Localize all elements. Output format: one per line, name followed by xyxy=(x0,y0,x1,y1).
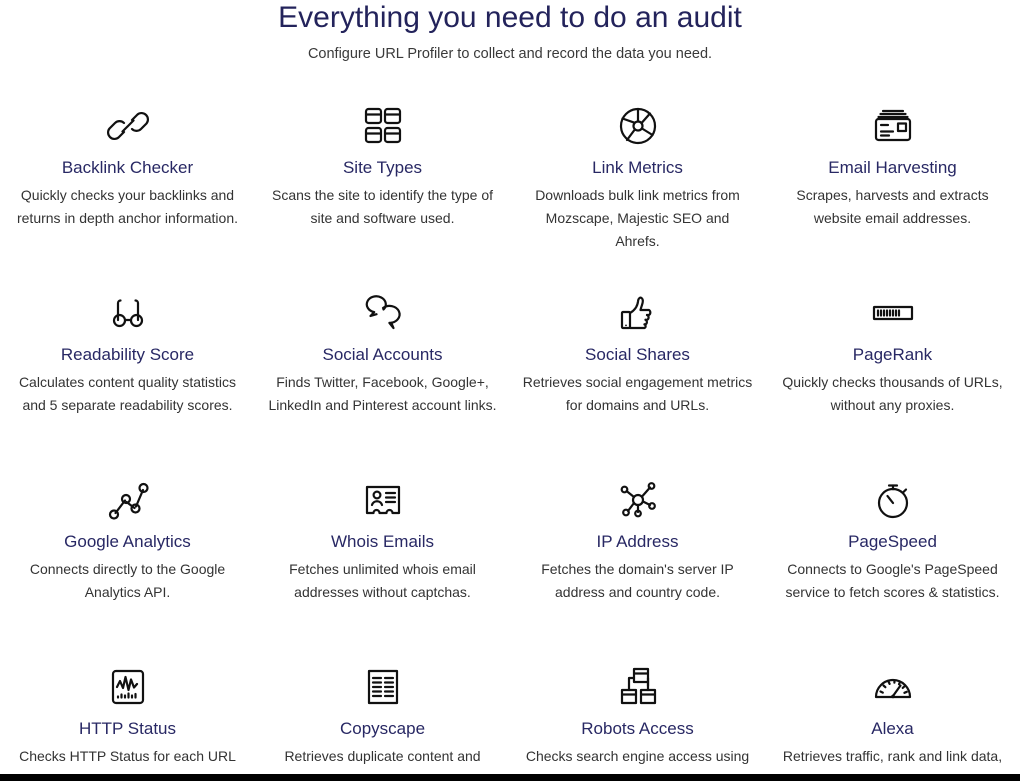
feature-title: Social Accounts xyxy=(322,345,443,364)
feature-title: Robots Access xyxy=(581,719,694,738)
feature-robots-access[interactable]: Robots Access Checks search engine acces… xyxy=(510,658,765,781)
feature-pagerank[interactable]: PageRank Quickly checks thousands of URL… xyxy=(765,284,1020,471)
feature-description: Scrapes, harvests and extracts website e… xyxy=(796,187,989,226)
feature-copyscape[interactable]: Copyscape Retrieves duplicate content an… xyxy=(255,658,510,781)
speech-bubbles-icon xyxy=(359,284,407,342)
feature-ip-address[interactable]: IP Address Fetches the domain's server I… xyxy=(510,471,765,658)
grid-squares-icon xyxy=(359,97,407,155)
feature-site-types[interactable]: Site Types Scans the site to identify th… xyxy=(255,97,510,284)
feature-pagespeed[interactable]: PageSpeed Connects to Google's PageSpeed… xyxy=(765,471,1020,658)
postcard-mail-icon xyxy=(869,97,917,155)
feature-title: HTTP Status xyxy=(79,719,176,738)
feature-title: Alexa xyxy=(871,719,914,738)
feature-description: Scans the site to identify the type of s… xyxy=(271,187,494,226)
feature-title: IP Address xyxy=(596,532,679,551)
bottom-bar xyxy=(0,774,1020,781)
feature-description: Downloads bulk link metrics from Mozscap… xyxy=(535,187,740,249)
sitemap-icon xyxy=(614,658,662,716)
feature-description: Fetches unlimited whois email addresses … xyxy=(289,561,476,600)
feature-link-metrics[interactable]: Link Metrics Downloads bulk link metrics… xyxy=(510,97,765,284)
pie-chart-icon xyxy=(614,97,662,155)
id-card-icon xyxy=(359,471,407,529)
stopwatch-icon xyxy=(869,471,917,529)
network-hub-icon xyxy=(614,471,662,529)
feature-alexa[interactable]: Alexa Retrieves traffic, rank and link d… xyxy=(765,658,1020,781)
feature-title: Backlink Checker xyxy=(61,158,194,177)
page-title: Everything you need to do an audit xyxy=(278,1,742,34)
feature-social-shares[interactable]: Social Shares Retrieves social engagemen… xyxy=(510,284,765,471)
feature-readability-score[interactable]: Readability Score Calculates content qua… xyxy=(0,284,255,471)
hero-section: Everything you need to do an audit Confi… xyxy=(0,0,1020,64)
feature-title: Link Metrics xyxy=(592,158,683,177)
speedometer-icon xyxy=(869,658,917,716)
link-chain-icon xyxy=(104,97,152,155)
feature-title: Copyscape xyxy=(339,719,426,738)
feature-description: Connects to Google's PageSpeed service t… xyxy=(785,561,1000,600)
feature-grid-page: Everything you need to do an audit Confi… xyxy=(0,0,1020,781)
feature-title: Email Harvesting xyxy=(828,158,957,177)
node-graph-icon xyxy=(104,471,152,529)
feature-description: Calculates content quality statistics an… xyxy=(18,374,237,413)
feature-description: Finds Twitter, Facebook, Google+, Linked… xyxy=(268,374,497,413)
feature-description: Quickly checks your backlinks and return… xyxy=(16,187,238,226)
feature-description: Quickly checks thousands of URLs, withou… xyxy=(782,374,1003,413)
glasses-icon xyxy=(104,284,152,342)
document-text-icon xyxy=(359,658,407,716)
feature-google-analytics[interactable]: Google Analytics Connects directly to th… xyxy=(0,471,255,658)
feature-backlink-checker[interactable]: Backlink Checker Quickly checks your bac… xyxy=(0,97,255,284)
monitor-chart-icon xyxy=(104,658,152,716)
feature-http-status[interactable]: HTTP Status Checks HTTP Status for each … xyxy=(0,658,255,781)
features-grid: Backlink Checker Quickly checks your bac… xyxy=(0,97,1020,781)
feature-title: PageSpeed xyxy=(848,532,937,551)
feature-title: Google Analytics xyxy=(64,532,191,551)
feature-title: Social Shares xyxy=(585,345,690,364)
feature-title: Readability Score xyxy=(60,345,195,364)
feature-description: Fetches the domain's server IP address a… xyxy=(541,561,734,600)
feature-title: Site Types xyxy=(342,158,423,177)
thumbs-up-icon xyxy=(614,284,662,342)
feature-whois-emails[interactable]: Whois Emails Fetches unlimited whois ema… xyxy=(255,471,510,658)
feature-email-harvesting[interactable]: Email Harvesting Scrapes, harvests and e… xyxy=(765,97,1020,284)
feature-description: Connects directly to the Google Analytic… xyxy=(29,561,226,600)
progress-bar-icon xyxy=(869,284,917,342)
feature-title: PageRank xyxy=(852,345,933,364)
feature-social-accounts[interactable]: Social Accounts Finds Twitter, Facebook,… xyxy=(255,284,510,471)
feature-title: Whois Emails xyxy=(331,532,434,551)
feature-description: Retrieves social engagement metrics for … xyxy=(522,374,753,413)
page-subtitle: Configure URL Profiler to collect and re… xyxy=(307,46,713,62)
